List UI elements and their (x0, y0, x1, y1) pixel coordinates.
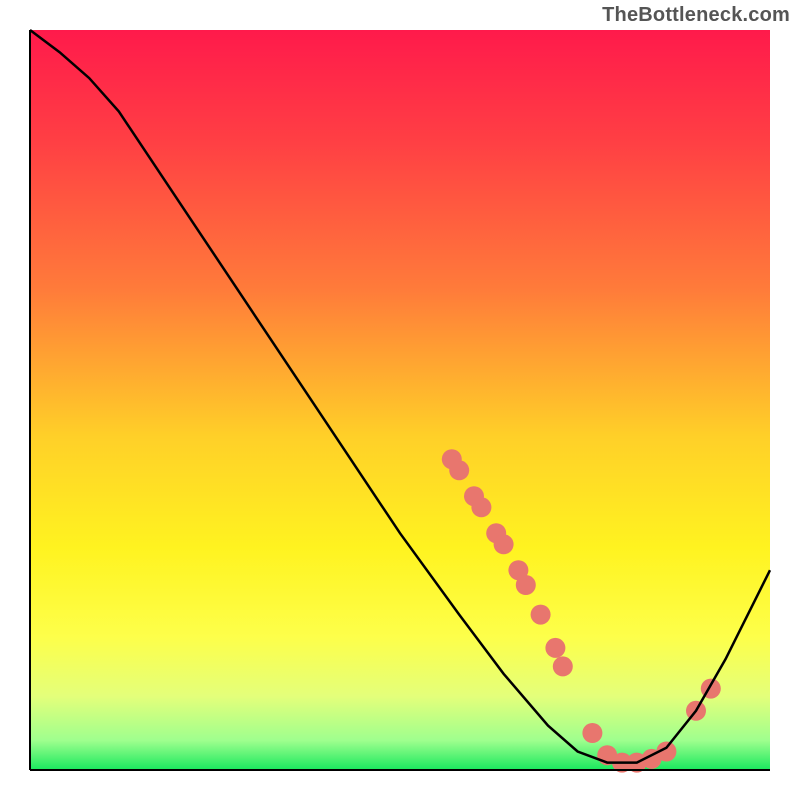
data-marker (471, 497, 491, 517)
data-marker (449, 460, 469, 480)
data-marker (545, 638, 565, 658)
data-marker (553, 656, 573, 676)
bottleneck-curve (30, 30, 770, 763)
data-marker (531, 605, 551, 625)
plot-area (30, 30, 770, 770)
data-marker (494, 534, 514, 554)
curve-layer (30, 30, 770, 770)
chart-container: TheBottleneck.com (0, 0, 800, 800)
data-marker (582, 723, 602, 743)
marker-group (442, 449, 721, 772)
watermark-text: TheBottleneck.com (602, 4, 790, 27)
data-marker (516, 575, 536, 595)
